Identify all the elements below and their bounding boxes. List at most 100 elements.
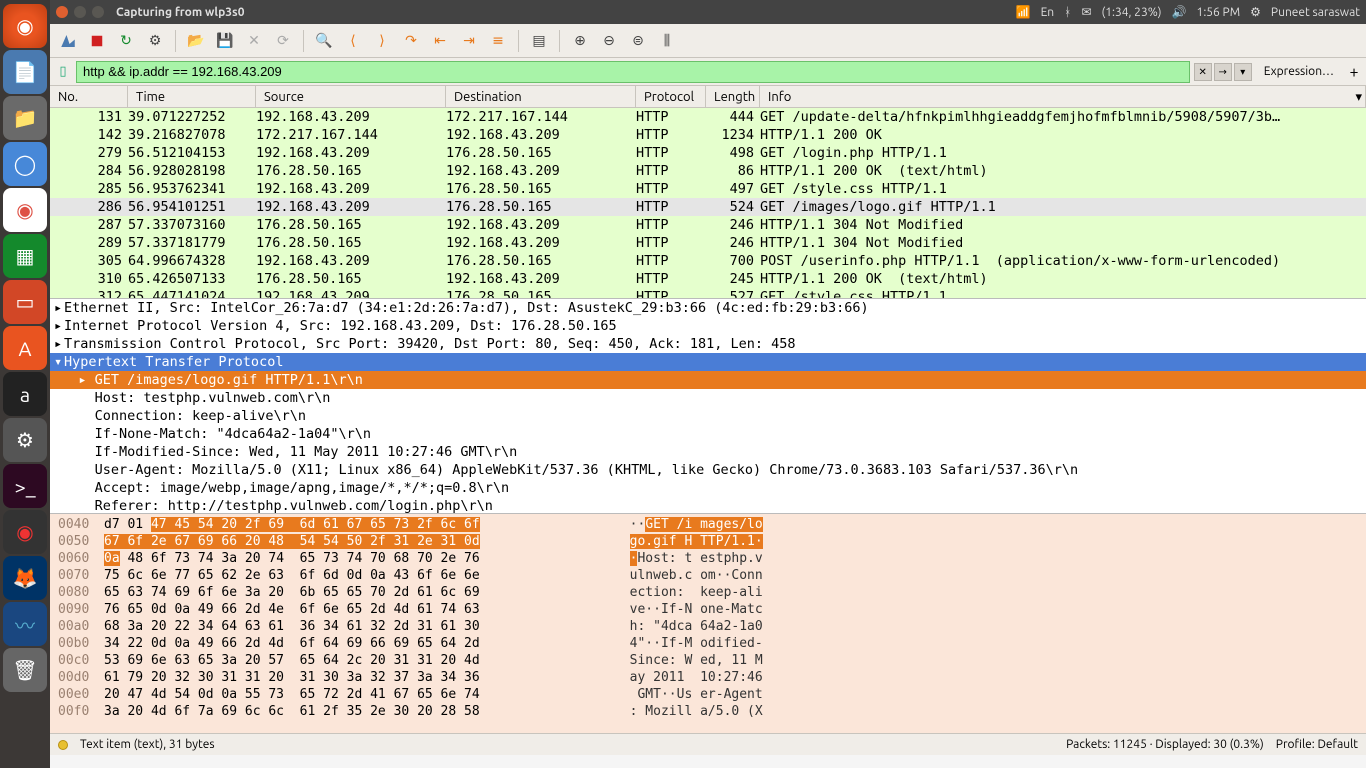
col-destination[interactable]: Destination xyxy=(446,86,636,107)
wireshark-icon[interactable]: 〰 xyxy=(3,602,47,646)
hex-row[interactable]: 00a068 3a 20 22 34 64 63 61 36 34 61 32 … xyxy=(50,618,1366,635)
hex-row[interactable]: 007075 6c 6e 77 65 62 2e 63 6f 6d 0d 0a … xyxy=(50,567,1366,584)
save-file-button[interactable]: 💾 xyxy=(213,29,237,53)
go-to-packet-button[interactable]: ↷ xyxy=(399,29,423,53)
auto-scroll-button[interactable]: ≡ xyxy=(486,29,510,53)
packet-row[interactable]: 14239.216827078172.217.167.144192.168.43… xyxy=(50,126,1366,144)
packet-row[interactable]: 28656.954101251192.168.43.209176.28.50.1… xyxy=(50,198,1366,216)
reload-button[interactable]: ⟳ xyxy=(271,29,295,53)
col-no[interactable]: No. xyxy=(50,86,128,107)
stop-capture-button[interactable] xyxy=(85,29,109,53)
detail-row: If-Modified-Since: Wed, 11 May 2011 10:2… xyxy=(50,443,1366,461)
detail-row: ▾Hypertext Transfer Protocol xyxy=(50,353,1366,371)
packet-list-pane[interactable]: 13139.071227252192.168.43.209172.217.167… xyxy=(50,108,1366,298)
hex-row[interactable]: 00b034 22 0d 0a 49 66 2d 4d 6f 64 69 66 … xyxy=(50,635,1366,652)
go-forward-button[interactable]: ⟩ xyxy=(370,29,394,53)
go-first-button[interactable]: ⇤ xyxy=(428,29,452,53)
col-source[interactable]: Source xyxy=(256,86,446,107)
packet-row[interactable]: 28456.928028198176.28.50.165192.168.43.2… xyxy=(50,162,1366,180)
detail-row: User-Agent: Mozilla/5.0 (X11; Linux x86_… xyxy=(50,461,1366,479)
app-writer-icon[interactable]: 📄 xyxy=(3,50,47,94)
restart-capture-button[interactable]: ↻ xyxy=(114,29,138,53)
packet-row[interactable]: 27956.512104153192.168.43.209176.28.50.1… xyxy=(50,144,1366,162)
packet-row[interactable]: 13139.071227252192.168.43.209172.217.167… xyxy=(50,108,1366,126)
status-packets: Packets: 11245 · Displayed: 30 (0.3%) xyxy=(1066,738,1264,751)
status-profile[interactable]: Profile: Default xyxy=(1276,738,1358,751)
packet-row[interactable]: 28957.337181779176.28.50.165192.168.43.2… xyxy=(50,234,1366,252)
clear-filter-button[interactable]: ✕ xyxy=(1194,63,1212,81)
hex-row[interactable]: 00d061 79 20 32 30 31 31 20 31 30 3a 32 … xyxy=(50,669,1366,686)
zoom-reset-button[interactable]: ⊜ xyxy=(626,29,650,53)
detail-row: Host: testphp.vulnweb.com\r\n xyxy=(50,389,1366,407)
battery-indicator[interactable]: (1:34, 23%) xyxy=(1101,6,1161,19)
amazon-icon[interactable]: a xyxy=(3,372,47,416)
shark-fin-icon[interactable] xyxy=(56,29,80,53)
calc-icon[interactable]: ▦ xyxy=(3,234,47,278)
packet-row[interactable]: 31265.447141024192.168.43.209176.28.50.1… xyxy=(50,288,1366,298)
expert-info-icon[interactable] xyxy=(58,740,68,750)
files-icon[interactable]: 📁 xyxy=(3,96,47,140)
hex-row[interactable]: 005067 6f 2e 67 69 66 20 48 54 54 50 2f … xyxy=(50,533,1366,550)
packet-row[interactable]: 30564.996674328192.168.43.209176.28.50.1… xyxy=(50,252,1366,270)
filter-history-button[interactable]: ▾ xyxy=(1234,63,1252,81)
ubuntu-dash-icon[interactable]: ◉ xyxy=(3,4,47,48)
col-info[interactable]: Info xyxy=(760,86,1366,107)
hex-row[interactable]: 008065 63 74 69 6f 6e 3a 20 6b 65 65 70 … xyxy=(50,584,1366,601)
apply-filter-button[interactable]: → xyxy=(1214,63,1232,81)
zoom-in-button[interactable]: ⊕ xyxy=(568,29,592,53)
open-file-button[interactable]: 📂 xyxy=(184,29,208,53)
bluetooth-icon[interactable]: ᚼ xyxy=(1064,6,1071,19)
clock[interactable]: 1:56 PM xyxy=(1197,6,1241,19)
hex-row[interactable]: 00600a 48 6f 73 74 3a 20 74 65 73 74 70 … xyxy=(50,550,1366,567)
col-length[interactable]: Length xyxy=(706,86,760,107)
packet-row[interactable]: 28757.337073160176.28.50.165192.168.43.2… xyxy=(50,216,1366,234)
chromium-icon[interactable]: ◯ xyxy=(3,142,47,186)
packet-details-pane[interactable]: ▸Ethernet II, Src: IntelCor_26:7a:d7 (34… xyxy=(50,298,1366,513)
window-maximize-icon[interactable] xyxy=(92,6,104,18)
hex-row[interactable]: 00e020 47 4d 54 0d 0a 55 73 65 72 2d 41 … xyxy=(50,686,1366,703)
impress-icon[interactable]: ▭ xyxy=(3,280,47,324)
col-time[interactable]: Time xyxy=(128,86,256,107)
capture-options-button[interactable]: ⚙ xyxy=(143,29,167,53)
title-bar: Capturing from wlp3s0 📶 En ᚼ ✉ (1:34, 23… xyxy=(50,0,1366,24)
packet-row[interactable]: 28556.953762341192.168.43.209176.28.50.1… xyxy=(50,180,1366,198)
detail-row: Referer: http://testphp.vulnweb.com/logi… xyxy=(50,497,1366,513)
resize-columns-button[interactable]: ⫼ xyxy=(655,29,679,53)
go-last-button[interactable]: ⇥ xyxy=(457,29,481,53)
user-name[interactable]: Puneet saraswat xyxy=(1271,6,1360,19)
colorize-button[interactable]: ▤ xyxy=(527,29,551,53)
terminal-icon[interactable]: >_ xyxy=(3,464,47,508)
zoom-out-button[interactable]: ⊖ xyxy=(597,29,621,53)
bookmark-filter-icon[interactable]: ▯ xyxy=(54,63,72,81)
firefox-icon[interactable]: 🦊 xyxy=(3,556,47,600)
volume-icon[interactable]: 🔊 xyxy=(1172,5,1187,19)
hex-row[interactable]: 00f03a 20 4d 6f 7a 69 6c 6c 61 2f 35 2e … xyxy=(50,703,1366,720)
hex-row[interactable]: 00c053 69 6e 63 65 3a 20 57 65 64 2c 20 … xyxy=(50,652,1366,669)
trash-icon[interactable]: 🗑 xyxy=(3,648,47,692)
find-packet-button[interactable]: 🔍 xyxy=(312,29,336,53)
col-protocol[interactable]: Protocol xyxy=(636,86,706,107)
expression-button[interactable]: Expression… xyxy=(1256,65,1342,78)
window-minimize-icon[interactable] xyxy=(74,6,86,18)
software-icon[interactable]: A xyxy=(3,326,47,370)
burp-icon[interactable]: ◉ xyxy=(3,510,47,554)
go-back-button[interactable]: ⟨ xyxy=(341,29,365,53)
close-file-button[interactable]: ✕ xyxy=(242,29,266,53)
filter-toolbar: ▯ ✕ → ▾ Expression… + xyxy=(50,58,1366,86)
packet-row[interactable]: 31065.426507133176.28.50.165192.168.43.2… xyxy=(50,270,1366,288)
hex-row[interactable]: 009076 65 0d 0a 49 66 2d 4e 6f 6e 65 2d … xyxy=(50,601,1366,618)
ubuntu-launcher: ◉ 📄 📁 ◯ ◉ ▦ ▭ A a ⚙ >_ ◉ 🦊 〰 🗑 xyxy=(0,0,50,768)
wifi-icon[interactable]: 📶 xyxy=(1016,5,1031,19)
gear-icon[interactable]: ⚙ xyxy=(1250,5,1261,19)
chrome-icon[interactable]: ◉ xyxy=(3,188,47,232)
packet-bytes-pane[interactable]: 0040d7 01 47 45 54 20 2f 69 6d 61 67 65 … xyxy=(50,513,1366,733)
language-indicator[interactable]: En xyxy=(1041,6,1055,19)
window-close-icon[interactable] xyxy=(56,6,68,18)
add-filter-button[interactable]: + xyxy=(1346,63,1362,81)
detail-row: ▸Internet Protocol Version 4, Src: 192.1… xyxy=(50,317,1366,335)
col-menu-icon[interactable]: ▾ xyxy=(1355,90,1362,105)
hex-row[interactable]: 0040d7 01 47 45 54 20 2f 69 6d 61 67 65 … xyxy=(50,516,1366,533)
settings-icon[interactable]: ⚙ xyxy=(3,418,47,462)
display-filter-input[interactable] xyxy=(76,61,1190,83)
mail-icon[interactable]: ✉ xyxy=(1081,5,1091,19)
